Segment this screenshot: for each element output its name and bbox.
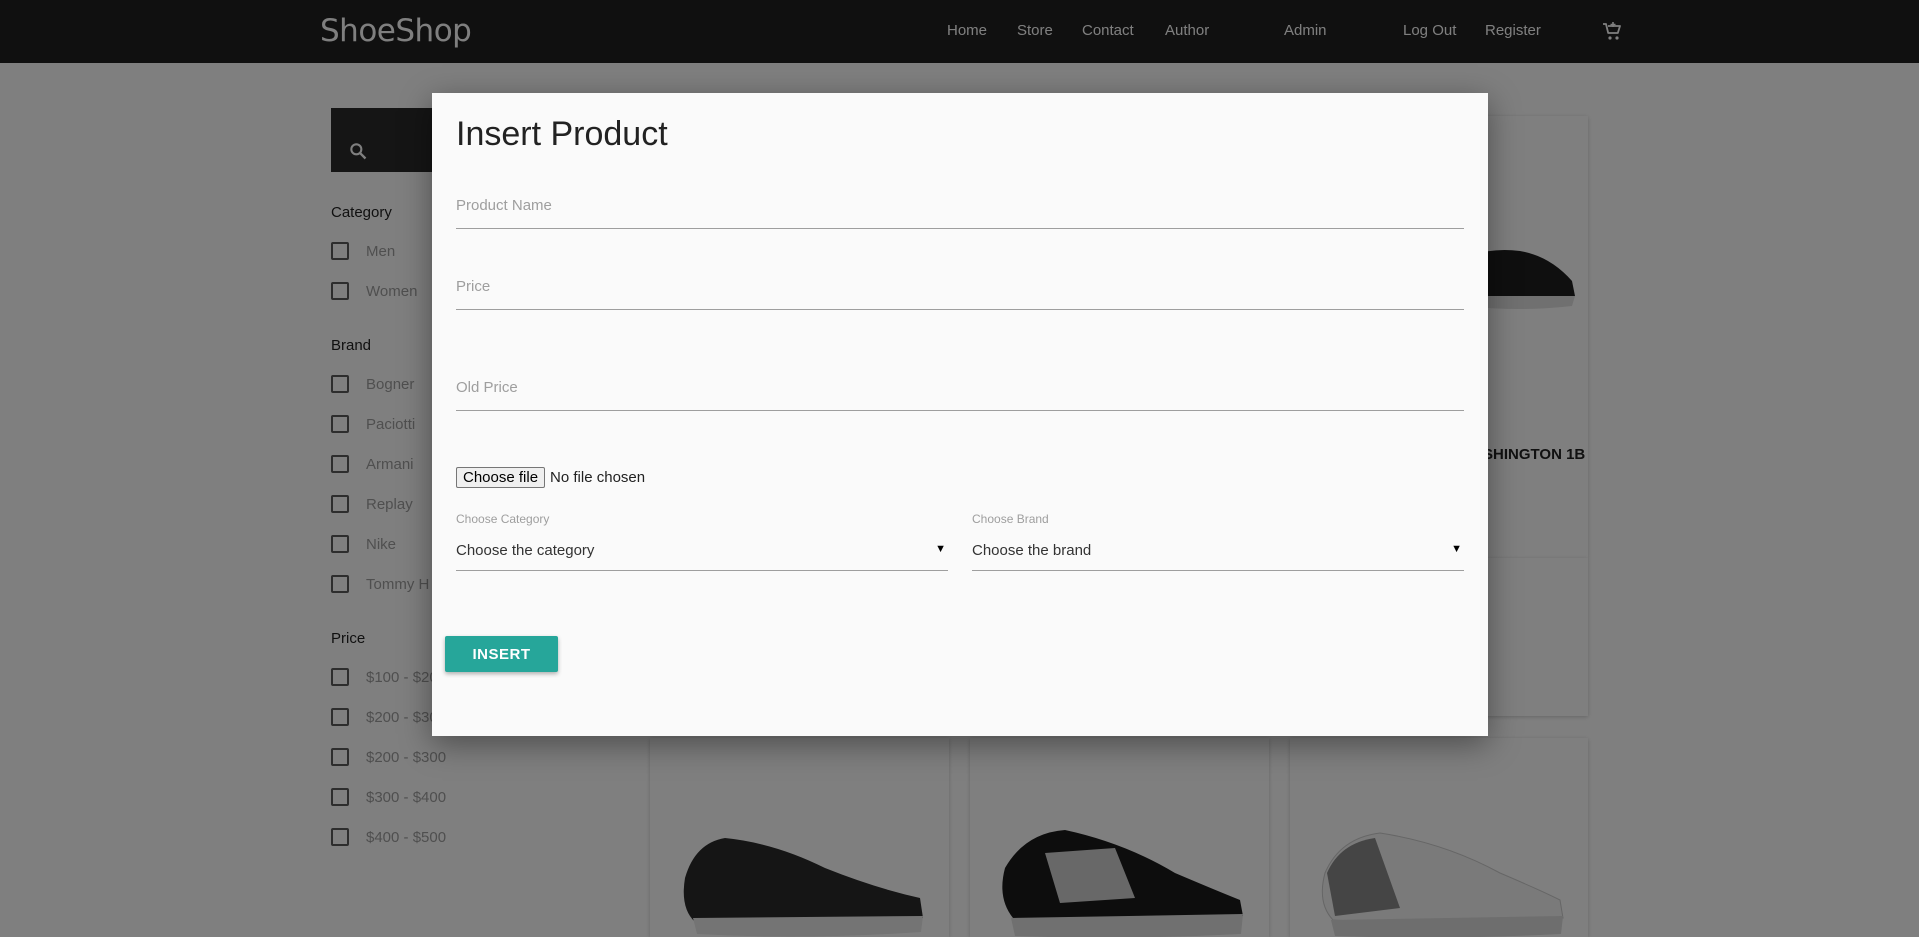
file-status: No file chosen xyxy=(550,469,646,486)
modal-title: Insert Product xyxy=(456,115,668,153)
brand-select[interactable]: Choose the brand ▼ xyxy=(972,533,1464,571)
product-name-field xyxy=(456,197,1464,229)
category-select[interactable]: Choose the category ▼ xyxy=(456,533,948,571)
brand-select-value: Choose the brand xyxy=(972,542,1092,559)
insert-button[interactable]: INSERT xyxy=(445,636,558,672)
dropdown-arrow-icon: ▼ xyxy=(935,543,946,555)
category-select-label: Choose Category xyxy=(456,512,550,526)
category-select-value: Choose the category xyxy=(456,542,595,559)
old-price-field xyxy=(456,379,1464,411)
overlay-nav xyxy=(0,0,1919,63)
old-price-input[interactable] xyxy=(456,379,1464,410)
price-field xyxy=(456,278,1464,310)
file-upload: Choose file No file chosen xyxy=(456,467,645,488)
dropdown-arrow-icon: ▼ xyxy=(1451,543,1462,555)
choose-file-button[interactable]: Choose file xyxy=(456,467,546,488)
price-input[interactable] xyxy=(456,278,1464,309)
brand-select-label: Choose Brand xyxy=(972,512,1049,526)
product-name-input[interactable] xyxy=(456,197,1464,228)
insert-product-modal: Insert Product Choose file No file chose… xyxy=(432,93,1488,736)
